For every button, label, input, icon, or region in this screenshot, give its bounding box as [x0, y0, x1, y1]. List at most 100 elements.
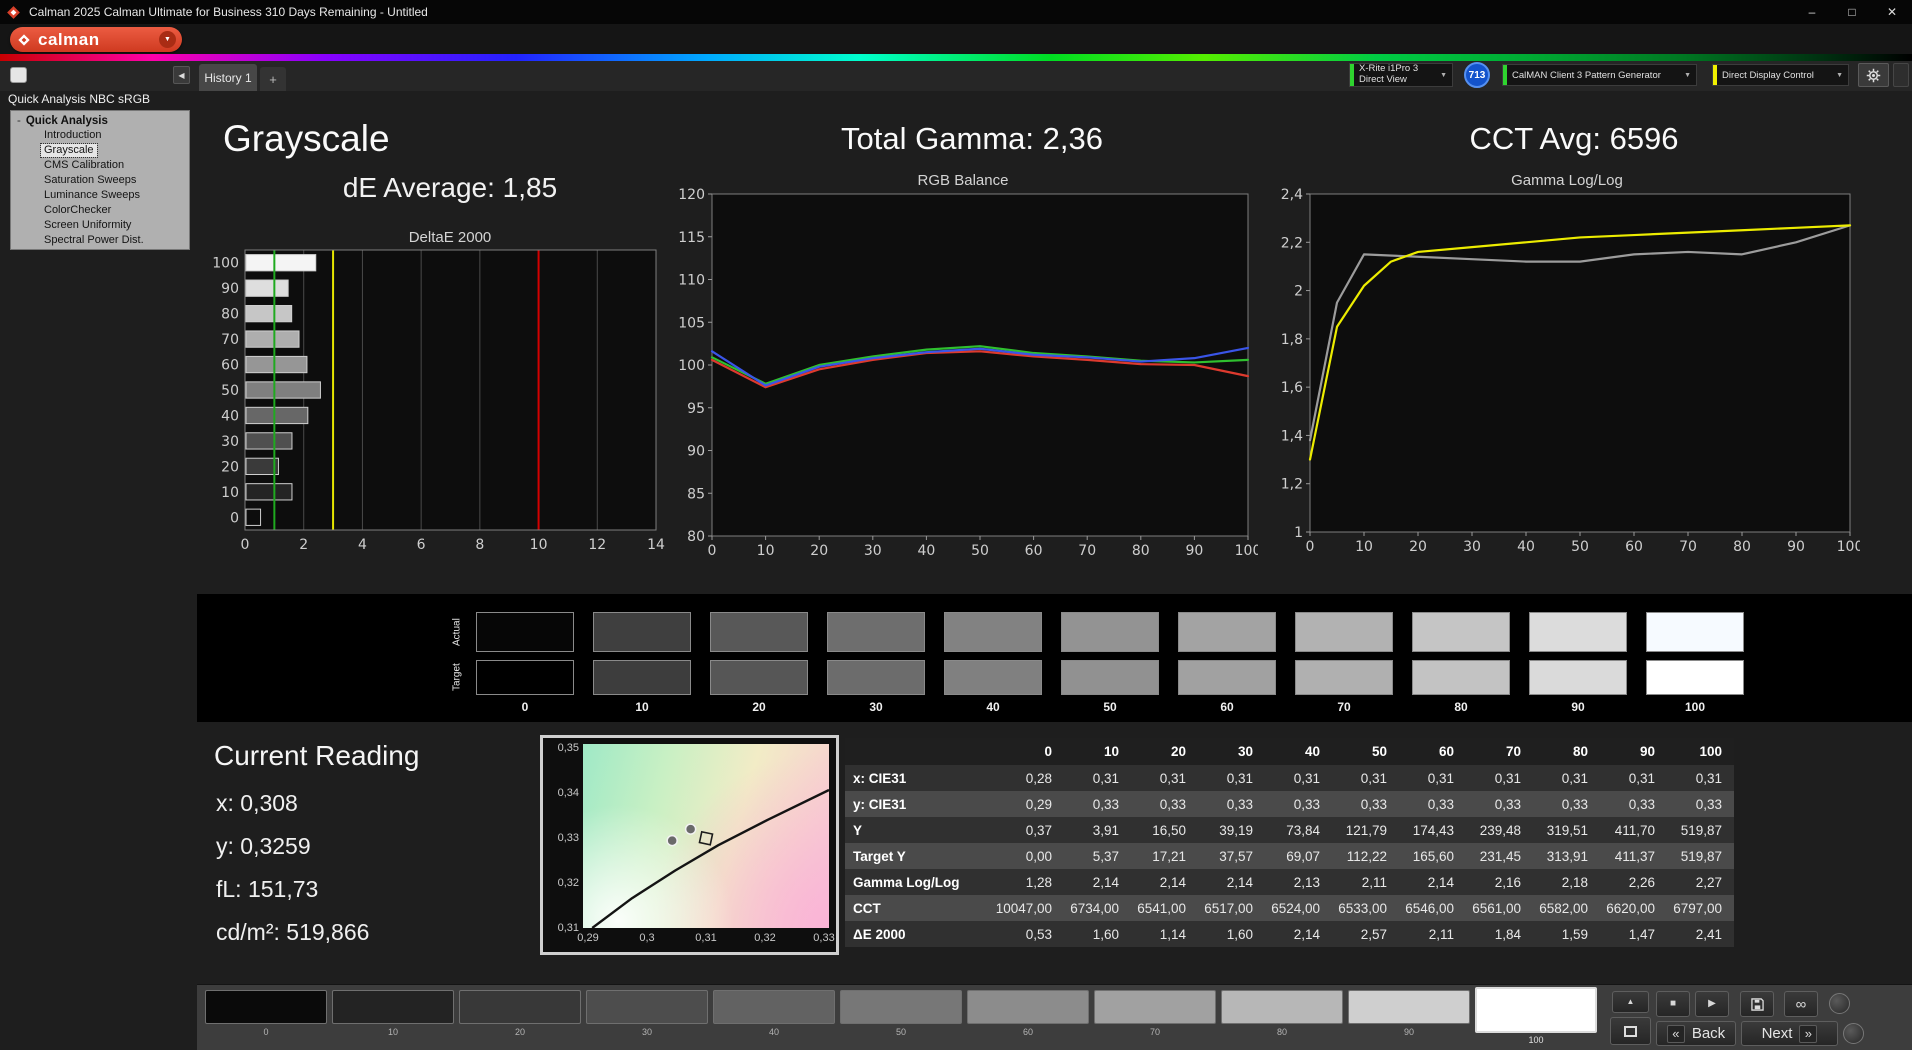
toolbar-edge-button[interactable] [1893, 63, 1909, 87]
svg-text:8: 8 [475, 537, 484, 553]
patch-100[interactable]: 100 [1475, 985, 1597, 1049]
table-cell: 10047,00 [997, 895, 1064, 921]
save-button[interactable] [1740, 991, 1774, 1017]
settings-button[interactable] [1858, 63, 1889, 87]
reading-line: y: 0,3259 [216, 825, 369, 868]
patch-80[interactable]: 80 [1221, 985, 1343, 1049]
meter-badge[interactable]: 713 [1464, 62, 1490, 88]
round-button-bottom[interactable] [1843, 1023, 1864, 1044]
rgb-balance-chart: 8085909510010511011512001020304050607080… [666, 188, 1258, 564]
sidebar-item-introduction[interactable]: Introduction [41, 129, 104, 142]
patch-20[interactable]: 20 [459, 985, 581, 1049]
patch-90[interactable]: 90 [1348, 985, 1470, 1049]
minimize-button[interactable]: – [1792, 0, 1832, 24]
cie-plot [583, 744, 829, 928]
gear-icon [1866, 68, 1881, 83]
patch-10[interactable]: 10 [332, 985, 454, 1049]
pattern-window-button[interactable] [1610, 1017, 1651, 1045]
round-button-top[interactable] [1829, 993, 1850, 1014]
sidebar-title: Quick Analysis NBC sRGB [8, 92, 150, 106]
close-button[interactable]: ✕ [1872, 0, 1912, 24]
table-cell: 0,33 [1064, 791, 1131, 817]
sidebar-item-grayscale[interactable]: Grayscale [41, 144, 97, 157]
table-cell: 1,59 [1533, 921, 1600, 947]
tab-history-1[interactable]: History 1 [199, 64, 257, 91]
panel-pin-button[interactable] [10, 67, 27, 83]
play-button[interactable]: ▶ [1695, 991, 1729, 1017]
results-table: 0102030405060708090100x: CIE310,280,310,… [845, 738, 1734, 947]
cie-x-tick: 0,29 [571, 932, 605, 944]
table-cell: 1,84 [1466, 921, 1533, 947]
row-label: ΔE 2000 [845, 921, 997, 947]
cct-avg-label: CCT Avg: 6596 [1374, 121, 1774, 157]
table-cell: 2,57 [1332, 921, 1399, 947]
maximize-button[interactable]: □ [1832, 0, 1872, 24]
svg-text:40: 40 [917, 543, 935, 559]
swatch-label-row: 0102030405060708090100 [476, 700, 1744, 714]
stop-icon: ■ [1670, 999, 1676, 1009]
table-cell: 519,87 [1667, 843, 1734, 869]
table-cell: 6561,00 [1466, 895, 1533, 921]
svg-text:10: 10 [1355, 539, 1373, 555]
table-cell: 2,26 [1600, 869, 1667, 895]
reading-line: fL: 151,73 [216, 868, 369, 911]
svg-text:100: 100 [212, 256, 239, 272]
patch-0[interactable]: 0 [205, 985, 327, 1049]
calman-menu-button[interactable]: calman ▼ [10, 27, 182, 52]
back-button[interactable]: « Back [1656, 1021, 1736, 1046]
table-cell: 1,28 [997, 869, 1064, 895]
patch-label: 30 [586, 1027, 708, 1037]
add-tab-button[interactable]: + [260, 67, 286, 91]
svg-text:90: 90 [687, 444, 705, 460]
patch-60[interactable]: 60 [967, 985, 1089, 1049]
stop-button[interactable]: ■ [1656, 991, 1690, 1017]
tree-root-label: Quick Analysis [26, 115, 108, 127]
table-cell: 2,41 [1667, 921, 1734, 947]
table-cell: 1,14 [1131, 921, 1198, 947]
next-button[interactable]: Next » [1741, 1021, 1838, 1046]
table-cell: 6620,00 [1600, 895, 1667, 921]
app-icon [6, 5, 21, 20]
svg-text:50: 50 [1571, 539, 1589, 555]
patch-50[interactable]: 50 [840, 985, 962, 1049]
patch-70[interactable]: 70 [1094, 985, 1216, 1049]
pattern-generator-selector[interactable]: CalMAN Client 3 Pattern Generator ▼ [1502, 64, 1697, 86]
sidebar-item-luminance-sweeps[interactable]: Luminance Sweeps [41, 189, 143, 202]
patch-swatch [1475, 987, 1597, 1033]
sidebar-item-quick-analysis[interactable]: - Quick Analysis [17, 115, 189, 127]
sidebar-item-colorchecker[interactable]: ColorChecker [41, 204, 114, 217]
patch-label: 90 [1348, 1027, 1470, 1037]
table-cell: 0,31 [1332, 765, 1399, 791]
meter-selector[interactable]: X-Rite i1Pro 3 Direct View ▼ [1349, 63, 1453, 87]
table-cell: 2,18 [1533, 869, 1600, 895]
cie-diagram: 0,350,340,330,320,31 0,290,30,310,320,33 [540, 735, 839, 955]
cie-y-tick: 0,35 [558, 742, 579, 754]
table-cell: 2,16 [1466, 869, 1533, 895]
swatch-level-label: 10 [593, 700, 691, 714]
sidebar-item-saturation-sweeps[interactable]: Saturation Sweeps [41, 174, 139, 187]
table-cell: 0,53 [997, 921, 1064, 947]
sidebar-collapse-button[interactable]: ◀ [173, 66, 190, 84]
svg-text:1: 1 [1294, 525, 1303, 541]
table-cell: 0,31 [1466, 765, 1533, 791]
table-cell: 0,33 [1265, 791, 1332, 817]
patch-40[interactable]: 40 [713, 985, 835, 1049]
table-cell: 0,00 [997, 843, 1064, 869]
swatch-level-label: 30 [827, 700, 925, 714]
collapse-up-button[interactable]: ▲ [1612, 991, 1649, 1013]
sidebar-item-cms-calibration[interactable]: CMS Calibration [41, 159, 127, 172]
save-icon [1751, 998, 1764, 1011]
patch-label: 60 [967, 1027, 1089, 1037]
continuous-measure-button[interactable]: ∞ [1784, 991, 1818, 1017]
sidebar-item-spectral-power-dist[interactable]: Spectral Power Dist. [41, 234, 147, 247]
table-cell: 0,31 [1064, 765, 1131, 791]
table-col-header: 80 [1533, 738, 1600, 765]
display-control-selector[interactable]: Direct Display Control ▼ [1712, 64, 1849, 86]
table-cell: 2,14 [1064, 869, 1131, 895]
sidebar-item-screen-uniformity[interactable]: Screen Uniformity [41, 219, 134, 232]
patch-30[interactable]: 30 [586, 985, 708, 1049]
svg-text:10: 10 [221, 485, 239, 501]
cie-y-tick: 0,34 [558, 787, 579, 799]
svg-text:80: 80 [687, 529, 705, 545]
table-col-header: 0 [997, 738, 1064, 765]
